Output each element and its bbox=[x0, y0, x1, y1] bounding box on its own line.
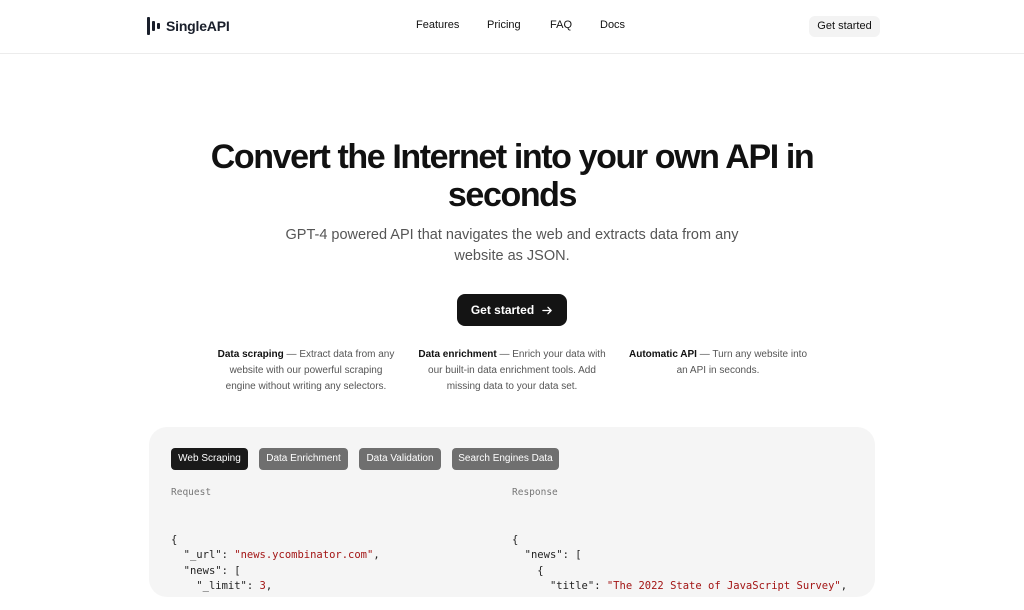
hero-get-started-button[interactable]: Get started bbox=[457, 294, 567, 326]
code-line: { bbox=[512, 533, 519, 546]
feature-title: Automatic API bbox=[628, 349, 697, 360]
response-label: Response bbox=[512, 487, 558, 498]
tab-data-enrichment[interactable]: Data Enrichment bbox=[259, 448, 348, 470]
feature-automatic-api: Automatic API — Turn any website into an… bbox=[626, 347, 810, 379]
header-get-started-button[interactable]: Get started bbox=[809, 16, 880, 37]
site-header: SingleAPI Features Pricing FAQ Docs Get … bbox=[0, 0, 1024, 54]
brand-name: SingleAPI bbox=[166, 18, 230, 34]
code-line: { bbox=[512, 564, 544, 577]
feature-data-scraping: Data scraping — Extract data from any we… bbox=[214, 347, 398, 395]
logo-bars-icon bbox=[147, 17, 161, 35]
nav-docs[interactable]: Docs bbox=[600, 19, 625, 31]
feature-text: — Turn any website into an API in second… bbox=[676, 349, 808, 376]
hero-cta-label: Get started bbox=[470, 303, 535, 317]
feature-data-enrichment: Data enrichment — Enrich your data with … bbox=[414, 347, 610, 395]
code-line: "title": "The 2022 State of JavaScript S… bbox=[549, 580, 848, 592]
nav-faq[interactable]: FAQ bbox=[550, 19, 572, 31]
tab-web-scraping[interactable]: Web Scraping bbox=[171, 448, 248, 470]
hero-title: Convert the Internet into your own API i… bbox=[210, 138, 815, 214]
code-line: "news": [ bbox=[524, 549, 582, 561]
nav-features[interactable]: Features bbox=[416, 19, 459, 31]
arrow-right-icon bbox=[542, 306, 552, 314]
code-line: "_url": "news.ycombinator.com", bbox=[183, 549, 380, 561]
code-line: { bbox=[171, 533, 178, 546]
hero-subtitle: GPT-4 powered API that navigates the web… bbox=[285, 227, 739, 264]
code-line: "news": [ bbox=[183, 564, 241, 577]
request-code-block: { "_url": "news.ycombinator.com", "news"… bbox=[171, 517, 380, 610]
tab-data-validation[interactable]: Data Validation bbox=[359, 448, 441, 470]
feature-title: Data enrichment bbox=[418, 349, 497, 360]
request-label: Request bbox=[171, 487, 212, 498]
brand-logo[interactable]: SingleAPI bbox=[147, 17, 230, 35]
nav-pricing[interactable]: Pricing bbox=[487, 19, 521, 31]
tab-search-engines-data[interactable]: Search Engines Data bbox=[452, 448, 559, 470]
feature-title: Data scraping bbox=[217, 349, 284, 360]
response-code-block: { "news": [ { "title": "The 2022 State o… bbox=[512, 517, 847, 610]
code-line: "_limit": 3, bbox=[196, 580, 273, 592]
